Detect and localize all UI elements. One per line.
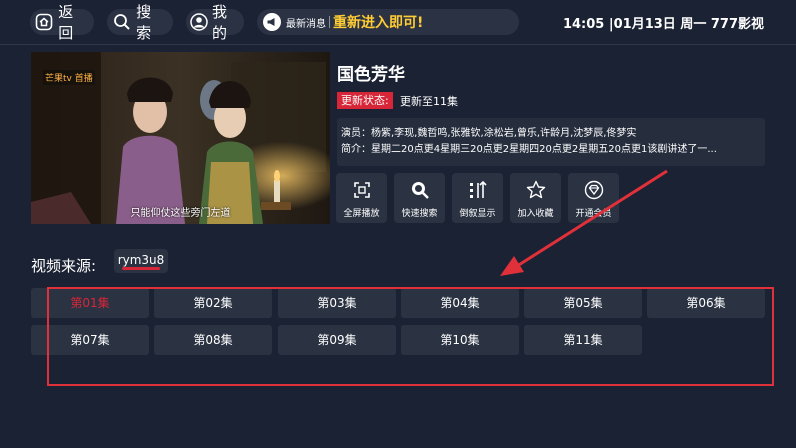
- video-source-label: 视频来源:: [31, 257, 97, 275]
- home-icon: [34, 11, 54, 33]
- search-label: 搜索: [136, 3, 152, 42]
- fullscreen-icon: [351, 179, 373, 201]
- back-label: 返回: [58, 3, 74, 42]
- top-divider: [0, 44, 796, 45]
- description-panel: 演员：杨紫,李现,魏哲鸣,张雅钦,涂松岩,曾乐,许龄月,沈梦辰,佟梦实 简介：星…: [337, 118, 765, 166]
- vip-diamond-icon: [583, 179, 605, 201]
- user-icon: [190, 11, 208, 33]
- quick-search-button[interactable]: 快速搜索: [394, 173, 445, 223]
- news-ticker[interactable]: 最新消息 重新进入即可!: [257, 9, 519, 35]
- show-title: 国色芳华: [337, 65, 405, 85]
- search-icon: [409, 179, 431, 201]
- search-button[interactable]: 搜索: [107, 3, 173, 42]
- cast-line: 演员：杨紫,李现,魏哲鸣,张雅钦,涂松岩,曾乐,许龄月,沈梦辰,佟梦实: [341, 128, 637, 139]
- broadcaster-logo: 芒果tv 首播: [43, 70, 95, 85]
- vip-membership-label: 开通会员: [575, 209, 612, 219]
- search-icon: [111, 11, 132, 33]
- top-bar: 返回 搜索 我的 最新消息 重新进入即可! 14:05 |01月13日 周一 7…: [0, 0, 796, 44]
- video-poster[interactable]: 芒果tv 首播 只能仰仗这些旁门左道: [31, 52, 330, 224]
- poster-subtitle: 只能仰仗这些旁门左道: [130, 208, 231, 219]
- source-tab-label: rym3u8: [117, 253, 165, 267]
- summary-line: 简介：星期二20点更4星期三20点更2星期四20点更2星期五20点更1该剧讲述了…: [341, 144, 717, 155]
- reverse-order-label: 倒叙显示: [459, 209, 496, 219]
- star-icon: [525, 179, 547, 201]
- mine-label: 我的: [212, 3, 228, 42]
- news-divider: [329, 16, 330, 28]
- fullscreen-play-label: 全屏播放: [343, 209, 380, 219]
- source-tab-underline: [122, 267, 160, 270]
- back-button[interactable]: 返回: [30, 3, 94, 42]
- vip-membership-button[interactable]: 开通会员: [568, 173, 619, 223]
- highlight-box: [47, 287, 774, 386]
- status-badge: 更新状态:: [337, 92, 393, 109]
- news-text: 重新进入即可!: [333, 15, 424, 31]
- news-label: 最新消息: [286, 18, 326, 30]
- megaphone-icon: [261, 11, 283, 33]
- quick-search-label: 快速搜索: [401, 209, 438, 219]
- status-text: 更新至11集: [400, 95, 458, 108]
- sort-icon: [467, 179, 489, 201]
- reverse-order-button[interactable]: 倒叙显示: [452, 173, 503, 223]
- clock-and-app-name: 14:05 |01月13日 周一 777影视: [562, 17, 764, 32]
- fullscreen-play-button[interactable]: 全屏播放: [336, 173, 387, 223]
- source-tab-rym3u8[interactable]: rym3u8: [114, 249, 168, 273]
- add-favorite-label: 加入收藏: [517, 209, 554, 219]
- add-favorite-button[interactable]: 加入收藏: [510, 173, 561, 223]
- mine-button[interactable]: 我的: [186, 3, 244, 42]
